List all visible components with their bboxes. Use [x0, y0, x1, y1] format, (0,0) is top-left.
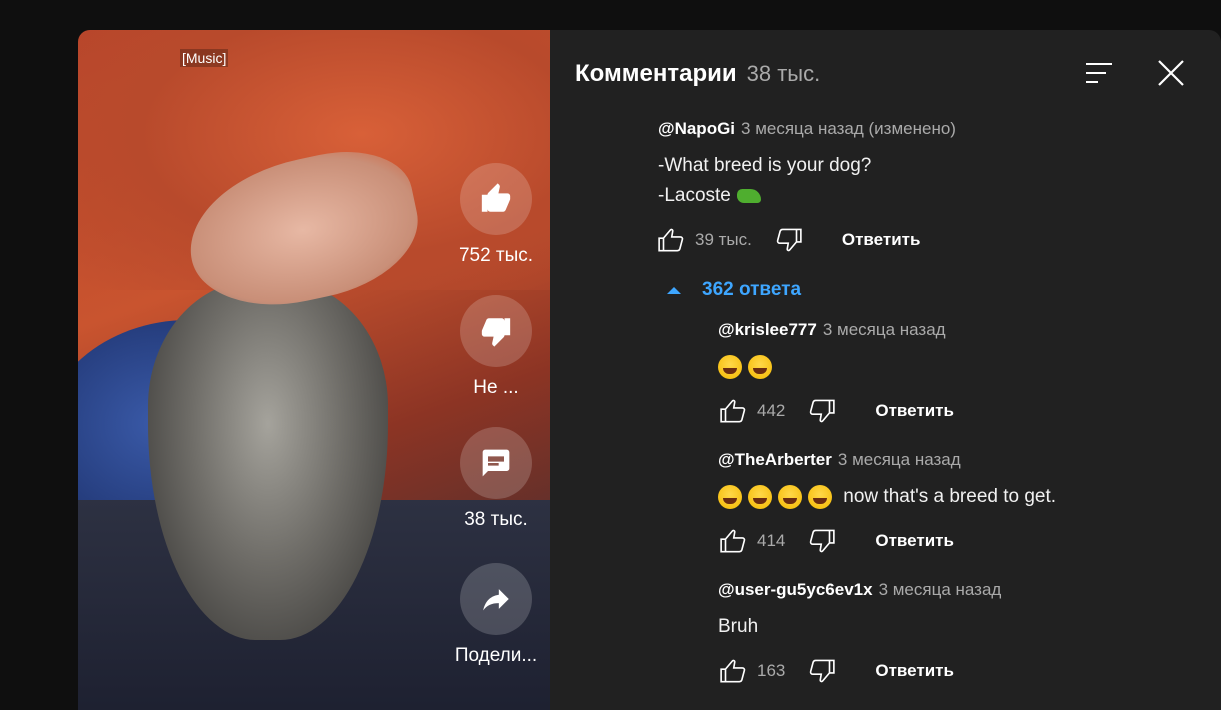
reply-time[interactable]: 3 месяца назад [823, 320, 946, 340]
comments-total-count: 38 тыс. [746, 61, 821, 86]
reply-text: Bruh [718, 616, 759, 637]
dislike-label: Не ... [473, 377, 519, 398]
reply-comment: @user-gu5yc6ev1x 3 месяца назад Bruh 163… [718, 580, 1001, 686]
like-action[interactable]: 752 тыс. [436, 163, 550, 267]
reply-time[interactable]: 3 месяца назад [838, 450, 961, 470]
share-action[interactable]: Подели... [436, 563, 550, 667]
reply-like-count: 163 [757, 661, 786, 680]
laughing-emoji-icon [778, 484, 802, 509]
dislike-icon [481, 318, 511, 347]
reply-text-content: now that's a breed to get. [843, 486, 1057, 507]
caret-up-icon [667, 287, 681, 294]
close-icon[interactable] [1156, 58, 1186, 88]
dislike-icon[interactable] [807, 526, 837, 556]
replies-toggle-label: 362 ответа [702, 279, 802, 300]
comments-button[interactable] [460, 427, 532, 499]
reply-like-count: 442 [757, 401, 786, 420]
like-icon [481, 183, 511, 212]
comment-actions: 39 тыс. Ответить [656, 225, 956, 255]
video-player[interactable]: [Music] 752 тыс. Не ... 38 тыс. Подели..… [78, 30, 550, 710]
comments-title: Комментарии [575, 60, 737, 87]
reply-button[interactable]: Ответить [875, 661, 954, 681]
like-count: 752 тыс. [458, 245, 534, 266]
share-button[interactable] [460, 563, 532, 635]
reply-author[interactable]: @krislee777 [718, 320, 817, 340]
reply-text: now that's a breed to get. [718, 482, 1056, 512]
dislike-icon[interactable] [807, 656, 837, 686]
sort-icon[interactable] [1084, 60, 1114, 86]
like-icon[interactable] [656, 225, 686, 255]
reply-time[interactable]: 3 месяца назад [879, 580, 1002, 600]
laughing-emoji-icon [718, 354, 742, 379]
dislike-icon[interactable] [774, 225, 804, 255]
reply-button[interactable]: Ответить [875, 401, 954, 421]
reply-text [718, 352, 954, 382]
reply-actions: 163 Ответить [718, 656, 1001, 686]
comment-text-line-2: -Lacoste [658, 181, 956, 211]
comment-time[interactable]: 3 месяца назад (изменено) [741, 119, 956, 139]
reply-author[interactable]: @user-gu5yc6ev1x [718, 580, 873, 600]
top-comment: @NapoGi 3 месяца назад (изменено) -What … [658, 119, 956, 255]
laughing-emoji-icon [808, 484, 832, 509]
reply-actions: 442 Ответить [718, 396, 954, 426]
comments-header: Комментарии 38 тыс. [575, 60, 820, 88]
comment-like-count: 39 тыс. [695, 230, 752, 249]
like-icon[interactable] [718, 656, 748, 686]
caption-label: [Music] [180, 49, 229, 67]
reply-actions: 414 Ответить [718, 526, 1056, 556]
crocodile-emoji-icon [736, 188, 761, 203]
reply-comment: @TheArberter 3 месяца назад now that's a… [718, 450, 1056, 556]
share-icon [483, 589, 509, 611]
reply-like-count: 414 [757, 531, 786, 550]
reply-button[interactable]: Ответить [842, 230, 921, 250]
share-label: Подели... [454, 645, 538, 666]
comment-author[interactable]: @NapoGi [658, 119, 735, 139]
reply-button[interactable]: Ответить [875, 531, 954, 551]
comment-text-line: -What breed is your dog? [658, 155, 872, 176]
comment-text-line2: -Lacoste [658, 185, 731, 206]
comment-icon [482, 449, 510, 477]
laughing-emoji-icon [748, 484, 772, 509]
laughing-emoji-icon [748, 354, 772, 379]
comments-action[interactable]: 38 тыс. [436, 427, 550, 531]
like-button[interactable] [460, 163, 532, 235]
dislike-action[interactable]: Не ... [436, 295, 550, 399]
comments-count: 38 тыс. [464, 509, 528, 530]
reply-author[interactable]: @TheArberter [718, 450, 832, 470]
like-icon[interactable] [718, 396, 748, 426]
like-icon[interactable] [718, 526, 748, 556]
comment-text: -What breed is your dog? -Lacoste [658, 151, 956, 211]
dislike-button[interactable] [460, 295, 532, 367]
laughing-emoji-icon [718, 484, 742, 509]
dislike-icon[interactable] [807, 396, 837, 426]
reply-comment: @krislee777 3 месяца назад 442 Ответить [718, 320, 954, 426]
replies-toggle[interactable]: 362 ответа [666, 279, 801, 301]
comments-panel: Комментарии 38 тыс. @NapoGi 3 месяца наз… [550, 30, 1221, 710]
